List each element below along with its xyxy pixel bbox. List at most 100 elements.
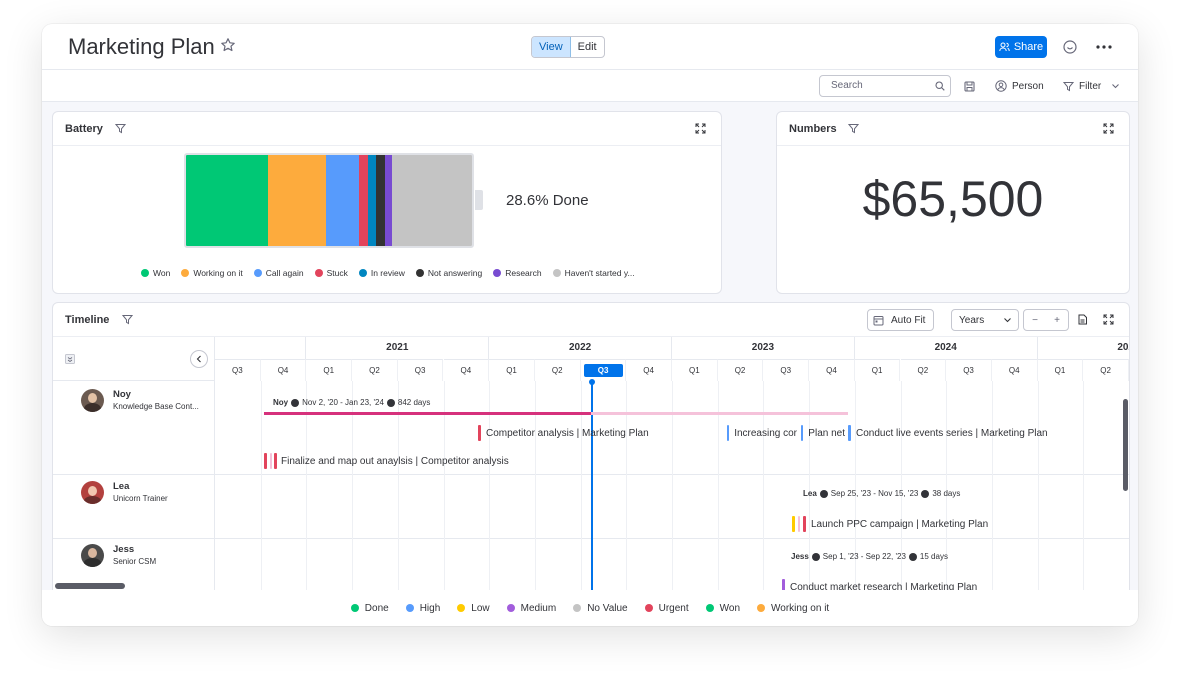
- person-role: Senior CSM: [113, 557, 157, 566]
- meta-dot: [819, 489, 828, 498]
- legend-label: Won: [719, 602, 741, 614]
- chevron-down-icon: [1112, 84, 1120, 89]
- legend-dot: [350, 604, 359, 612]
- meta-name: Lea: [803, 489, 817, 498]
- collapse-icon[interactable]: [65, 354, 75, 364]
- legend-dot: [253, 269, 262, 277]
- legend-dot: [644, 604, 653, 612]
- meta-days: 38 days: [932, 489, 961, 498]
- meta-dot: [811, 552, 820, 561]
- horizontal-scrollbar[interactable]: [55, 583, 125, 589]
- people-column-header: [53, 337, 215, 381]
- quarter-header: Q3: [215, 359, 261, 381]
- legend-label: Haven't started y...: [564, 268, 635, 278]
- person-row-jess[interactable]: Jess Senior CSM: [81, 544, 156, 567]
- chevron-down-icon: [1004, 318, 1011, 323]
- quarter-header: Q1: [489, 359, 535, 381]
- legend-item: Done: [350, 603, 389, 614]
- person-filter-button[interactable]: Person: [995, 70, 1044, 102]
- person-name: Jess: [113, 544, 135, 555]
- legend-item: High: [405, 603, 440, 614]
- meta-days: 15 days: [919, 552, 948, 561]
- calendar-icon: [873, 315, 884, 325]
- chat-icon[interactable]: [1061, 38, 1079, 56]
- filter-icon[interactable]: [115, 123, 126, 134]
- timeline-item[interactable]: Launch PPC campaign | Marketing Plan: [792, 516, 988, 532]
- battery-segment[interactable]: [186, 155, 268, 246]
- zoom-control: − +: [1023, 309, 1069, 331]
- vertical-scrollbar[interactable]: [1123, 399, 1128, 491]
- legend-dot: [314, 269, 323, 277]
- share-button[interactable]: Share: [995, 36, 1047, 58]
- battery-segment[interactable]: [384, 155, 392, 246]
- legend-item: No Value: [573, 602, 628, 614]
- item-marker: [270, 453, 272, 469]
- quarter-header: Q1: [854, 359, 901, 381]
- timeline-widget-header: Timeline Auto Fit Years − +: [53, 303, 1129, 337]
- quarter-header: Q3: [397, 359, 444, 381]
- legend-label: Call again: [265, 268, 304, 278]
- timeline-item[interactable]: Conduct live events series | Marketing P…: [848, 425, 1048, 441]
- person-row-lea[interactable]: Lea Unicorn Trainer: [81, 481, 168, 504]
- expand-icon[interactable]: [1103, 314, 1114, 325]
- jess-meta: Jess Sep 1, '23 - Sep 22, '23 15 days: [791, 552, 948, 561]
- year-header: 2025: [1038, 337, 1129, 359]
- noy-range-bar-future: [591, 412, 848, 415]
- item-label: Finalize and map out anaylsis | Competit…: [281, 455, 509, 467]
- more-options-icon[interactable]: [1094, 38, 1114, 56]
- battery-widget-title: Battery: [65, 123, 103, 135]
- item-label: Launch PPC campaign | Marketing Plan: [811, 518, 989, 530]
- timeline-item[interactable]: Finalize and map out anaylsis | Competit…: [264, 453, 509, 469]
- grid-line: [1083, 381, 1085, 597]
- save-icon[interactable]: [1077, 314, 1088, 325]
- board-window: Marketing Plan View Edit Share Search Pe…: [42, 24, 1138, 626]
- zoom-in-icon[interactable]: +: [1054, 315, 1060, 326]
- legend-item: Low: [457, 603, 490, 614]
- filter-button[interactable]: Filter: [1063, 70, 1120, 102]
- expand-icon[interactable]: [695, 123, 706, 134]
- noy-range-bar[interactable]: [264, 412, 591, 415]
- timeline-grid: 20212022202320242025 Q3Q4Q1Q2Q3Q4Q1Q2Q3Q…: [215, 337, 1129, 597]
- person-label: Person: [1012, 80, 1044, 92]
- save-view-icon[interactable]: [964, 81, 975, 92]
- legend-label: Won: [153, 268, 171, 278]
- legend-dot: [573, 604, 582, 612]
- timeline-item[interactable]: Plan net: [801, 425, 845, 441]
- year-header: [215, 337, 307, 359]
- timeline-item[interactable]: Increasing cor: [727, 425, 797, 441]
- filter-icon[interactable]: [848, 123, 859, 134]
- legend-label: No Value: [587, 602, 628, 614]
- view-button[interactable]: View: [532, 37, 571, 57]
- lea-meta: Lea Sep 25, '23 - Nov 15, '23 38 days: [803, 489, 960, 498]
- timeline-item[interactable]: Competitor analysis | Marketing Plan: [478, 425, 649, 441]
- battery-segment[interactable]: [267, 155, 327, 246]
- board-title[interactable]: Marketing Plan: [68, 34, 215, 60]
- expand-icon[interactable]: [1103, 123, 1114, 134]
- edit-button[interactable]: Edit: [571, 37, 604, 57]
- person-role: Unicorn Trainer: [113, 494, 168, 503]
- zoom-out-icon[interactable]: −: [1032, 315, 1038, 326]
- legend-item: Urgent: [644, 603, 689, 614]
- battery-segment[interactable]: [367, 155, 377, 246]
- battery-segment[interactable]: [326, 155, 359, 246]
- legend-dot: [415, 269, 424, 277]
- legend-item: Won: [705, 602, 741, 614]
- auto-fit-button[interactable]: Auto Fit: [867, 309, 934, 331]
- person-row-noy[interactable]: Noy Knowledge Base Cont...: [81, 389, 199, 412]
- search-input[interactable]: Search: [819, 75, 951, 97]
- star-icon[interactable]: [220, 37, 236, 53]
- timeline-legend: Done High Low Medium No Value Urgent Won Workin…: [42, 590, 1138, 626]
- scroll-back-button[interactable]: [190, 350, 208, 368]
- battery-segment[interactable]: [376, 155, 385, 246]
- numbers-widget-header: Numbers: [777, 112, 1129, 146]
- filter-icon[interactable]: [122, 314, 133, 325]
- scale-select[interactable]: Years: [951, 309, 1019, 331]
- legend-dot: [405, 604, 414, 612]
- quarter-header: Q4: [443, 359, 490, 381]
- chevron-left-icon: [196, 355, 201, 363]
- today-marker-dot: [589, 379, 595, 385]
- noy-meta: Noy Nov 2, '20 - Jan 23, '24 842 days: [273, 398, 430, 407]
- battery-segment[interactable]: [359, 155, 368, 246]
- numbers-widget: Numbers $65,500: [776, 111, 1130, 294]
- battery-segment[interactable]: [391, 155, 472, 246]
